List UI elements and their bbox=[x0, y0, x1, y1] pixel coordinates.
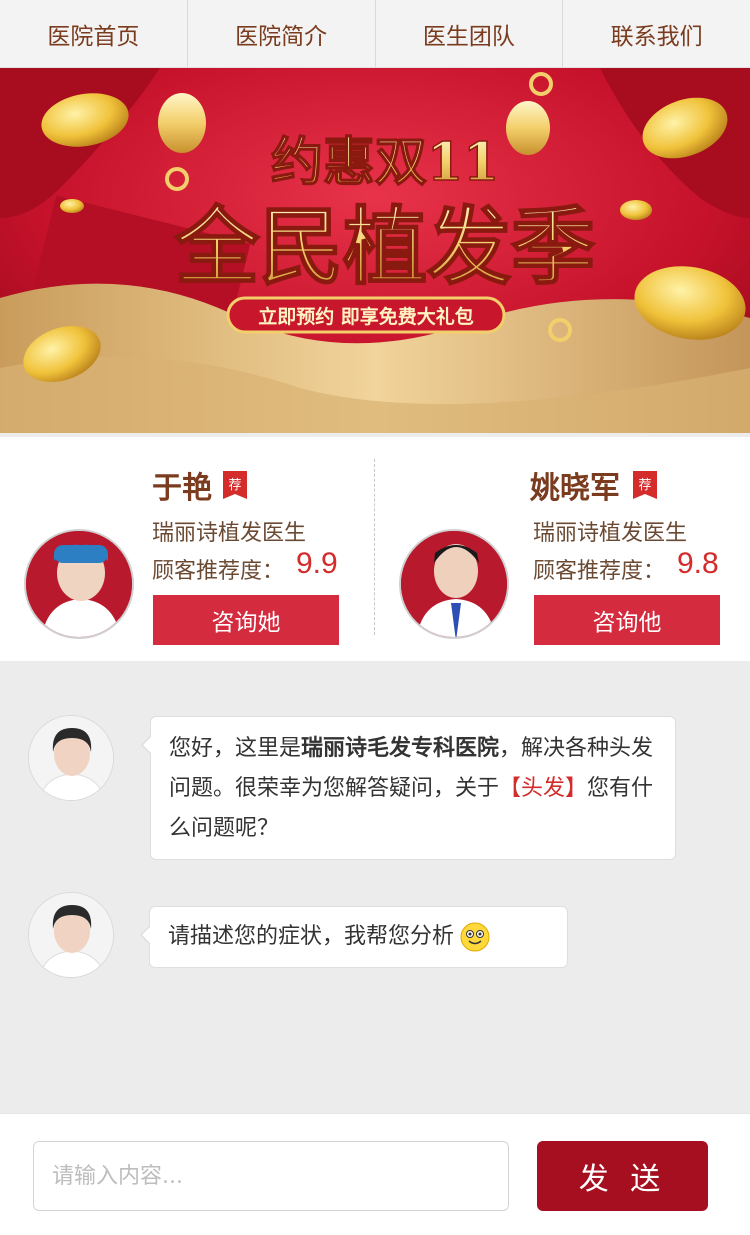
doctor-card-yao: 姚晓军 荐 瑞丽诗植发医生 顾客推荐度： 9.8 咨询他 bbox=[375, 437, 750, 661]
recommend-badge: 荐 bbox=[223, 471, 247, 499]
agent-avatar bbox=[28, 715, 114, 801]
message-input[interactable] bbox=[33, 1141, 509, 1211]
hospital-name: 瑞丽诗毛发专科医院 bbox=[301, 736, 500, 761]
message-composer: 发 送 bbox=[0, 1113, 750, 1235]
agent-photo-icon bbox=[29, 893, 113, 977]
smile-emoji-icon bbox=[460, 922, 490, 952]
consult-her-button[interactable]: 咨询她 bbox=[153, 595, 339, 645]
nav-contact[interactable]: 联系我们 bbox=[563, 0, 750, 67]
prompt-text: 请描述您的症状，我帮您分析 bbox=[168, 924, 455, 949]
doctor-rating-label: 顾客推荐度： bbox=[152, 559, 285, 584]
top-nav: 医院首页 医院简介 医生团队 联系我们 bbox=[0, 0, 750, 68]
doctor-photo-icon bbox=[401, 531, 507, 637]
topic-highlight: 【头发】 bbox=[499, 776, 588, 801]
doctor-name: 姚晓军 bbox=[530, 471, 620, 506]
chat-bubble-greeting: 您好，这里是瑞丽诗毛发专科医院，解决各种头发问题。很荣幸为您解答疑问，关于【头发… bbox=[141, 716, 676, 860]
banner-headline-large: 全民植发季 bbox=[174, 197, 595, 296]
agent-avatar bbox=[28, 892, 114, 978]
doctor-avatar bbox=[24, 529, 134, 639]
recommend-badge: 荐 bbox=[633, 471, 657, 499]
doctor-cards: 于艳 荐 瑞丽诗植发医生 顾客推荐度： 9.9 咨询她 姚晓军 荐 瑞丽诗植发医… bbox=[0, 437, 750, 661]
doctor-name: 于艳 bbox=[152, 471, 212, 506]
doctor-avatar bbox=[399, 529, 509, 639]
nav-doctors[interactable]: 医生团队 bbox=[376, 0, 564, 67]
doctor-title: 瑞丽诗植发医生 bbox=[152, 521, 307, 546]
nav-home[interactable]: 医院首页 bbox=[0, 0, 188, 67]
promo-banner[interactable]: 约惠双11 全民植发季 立即预约 即享免费大礼包 bbox=[0, 68, 750, 433]
banner-ribbon-text: 立即预约 即享免费大礼包 bbox=[258, 305, 474, 328]
doctor-card-yu: 于艳 荐 瑞丽诗植发医生 顾客推荐度： 9.9 咨询她 bbox=[0, 437, 375, 661]
doctor-score: 9.8 bbox=[677, 547, 719, 580]
nav-about[interactable]: 医院简介 bbox=[188, 0, 376, 67]
chat-bubble-prompt: 请描述您的症状，我帮您分析 bbox=[140, 906, 568, 968]
doctor-rating-label: 顾客推荐度： bbox=[533, 559, 666, 584]
greeting-text-start: 您好，这里是 bbox=[169, 736, 302, 761]
banner-headline-small: 约惠双11 bbox=[271, 132, 499, 193]
send-button[interactable]: 发 送 bbox=[537, 1141, 708, 1211]
agent-photo-icon bbox=[29, 716, 113, 800]
doctor-score: 9.9 bbox=[296, 547, 338, 580]
doctor-title: 瑞丽诗植发医生 bbox=[533, 521, 688, 546]
banner-graphic: 约惠双11 全民植发季 立即预约 即享免费大礼包 bbox=[0, 68, 750, 433]
doctor-photo-icon bbox=[26, 531, 132, 637]
consult-him-button[interactable]: 咨询他 bbox=[534, 595, 720, 645]
